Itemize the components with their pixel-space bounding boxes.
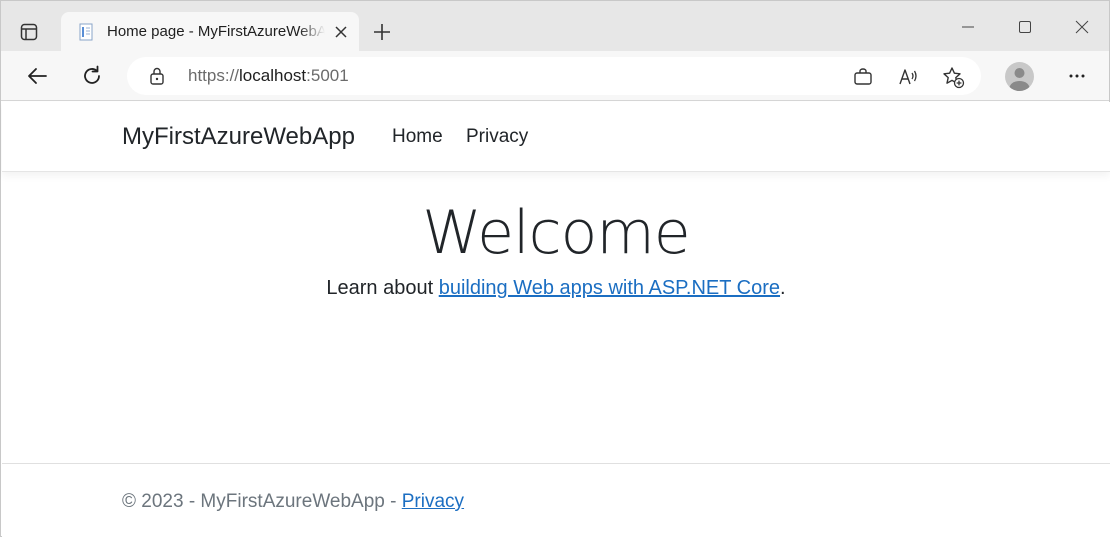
tab-title: Home page - MyFirstAzureWebApp bbox=[107, 23, 325, 40]
add-favorite-icon[interactable] bbox=[941, 65, 965, 89]
url-scheme: https:// bbox=[188, 66, 240, 85]
shopping-bag-icon[interactable] bbox=[851, 65, 875, 89]
site-navbar: MyFirstAzureWebApp Home Privacy bbox=[2, 102, 1110, 172]
address-bar[interactable]: https://localhost:5001 bbox=[127, 57, 981, 95]
browser-toolbar: https://localhost:5001 bbox=[1, 51, 1109, 101]
new-tab-icon[interactable] bbox=[367, 17, 397, 47]
url-host: localhost bbox=[239, 66, 307, 85]
tab-home-page[interactable]: Home page - MyFirstAzureWebApp bbox=[61, 12, 359, 52]
web-page: MyFirstAzureWebApp Home Privacy Welcome … bbox=[2, 102, 1110, 537]
url-text[interactable]: https://localhost:5001 bbox=[188, 66, 349, 86]
footer-text: © 2023 - MyFirstAzureWebApp - Privacy bbox=[122, 491, 464, 513]
nav-link-home[interactable]: Home bbox=[392, 126, 443, 148]
read-aloud-icon[interactable] bbox=[896, 65, 920, 89]
footer-copyright: © 2023 - MyFirstAzureWebApp - bbox=[122, 491, 402, 512]
url-port: :5001 bbox=[306, 66, 349, 85]
more-options-icon[interactable] bbox=[1061, 60, 1093, 92]
learn-prefix: Learn about bbox=[326, 277, 439, 299]
site-brand-link[interactable]: MyFirstAzureWebApp bbox=[122, 123, 355, 151]
footer-privacy-link[interactable]: Privacy bbox=[402, 491, 464, 512]
refresh-icon[interactable] bbox=[76, 60, 108, 92]
page-favicon-icon bbox=[76, 22, 96, 42]
welcome-heading: Welcome bbox=[422, 198, 690, 268]
learn-suffix: . bbox=[780, 277, 786, 299]
nav-link-privacy[interactable]: Privacy bbox=[466, 126, 528, 148]
lock-icon[interactable] bbox=[147, 66, 167, 86]
learn-paragraph: Learn about building Web apps with ASP.N… bbox=[2, 277, 1110, 300]
aspnet-docs-link[interactable]: building Web apps with ASP.NET Core bbox=[439, 277, 780, 299]
tab-actions-icon[interactable] bbox=[14, 17, 44, 47]
browser-window: Home page - MyFirstAzureWebApp https://l… bbox=[0, 0, 1110, 537]
profile-avatar[interactable] bbox=[1005, 62, 1034, 91]
maximize-icon[interactable] bbox=[1007, 11, 1043, 43]
close-tab-icon[interactable] bbox=[331, 22, 351, 42]
tab-strip: Home page - MyFirstAzureWebApp bbox=[1, 1, 1109, 52]
close-window-icon[interactable] bbox=[1064, 11, 1100, 43]
minimize-icon[interactable] bbox=[950, 11, 986, 43]
site-footer: © 2023 - MyFirstAzureWebApp - Privacy bbox=[2, 463, 1110, 537]
back-arrow-icon[interactable] bbox=[21, 60, 53, 92]
